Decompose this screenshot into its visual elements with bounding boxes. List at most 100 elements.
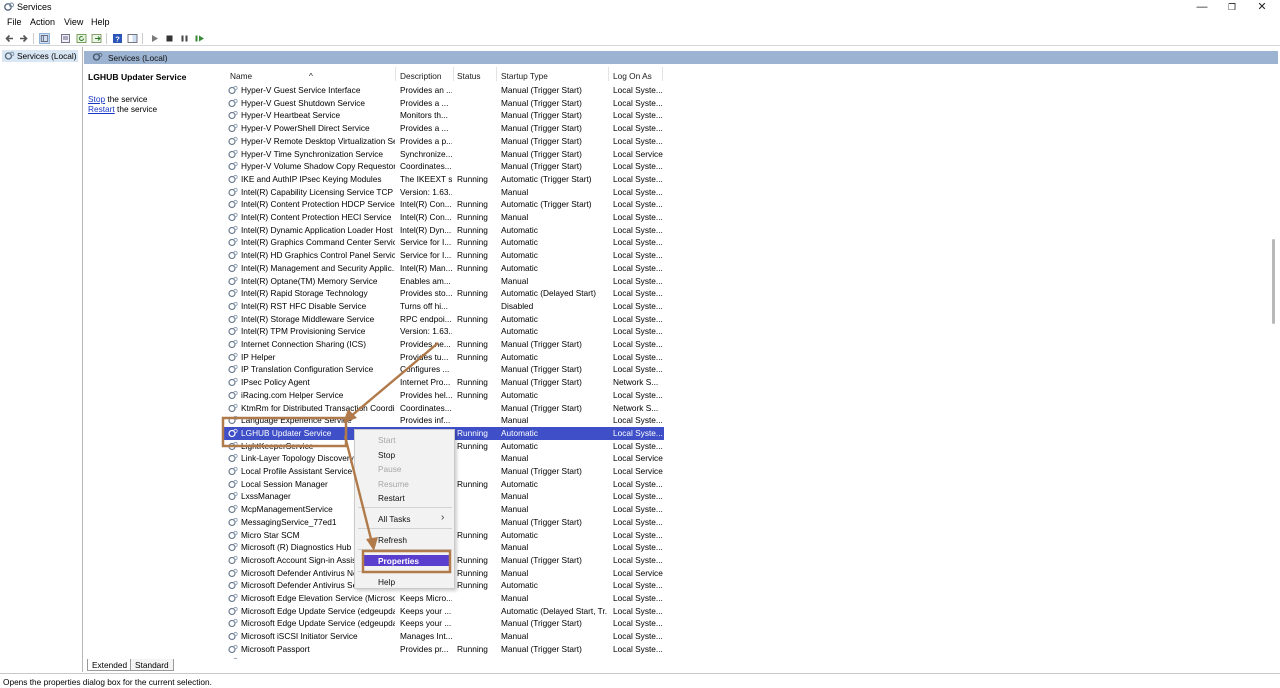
service-row[interactable]: Hyper-V Volume Shadow Copy Requestor Coor… [224,160,664,173]
svc-startup-type: Manual (Trigger Start) [501,339,582,349]
service-row[interactable]: Microsoft Passport Provides pr... Running M… [224,643,664,656]
list-view-icon[interactable] [60,33,71,44]
service-row[interactable]: Hyper-V Heartbeat Service Monitors th... M… [224,109,664,122]
svc-name: Hyper-V PowerShell Direct Service [241,123,370,134]
service-row[interactable]: IP Helper Provides tu... Running Automatic L… [224,351,664,364]
column-header-startup-type[interactable]: Startup Type [501,71,548,81]
refresh-icon[interactable] [76,33,87,44]
console-tree-icon[interactable] [39,33,50,44]
svc-startup-type: Automatic [501,389,538,400]
svc-log-on-as: Local Syste... [613,542,663,553]
column-header-log-on-as[interactable]: Log On As [613,71,652,81]
service-gear-icon [228,250,238,260]
svc-startup-type: Manual [501,275,529,286]
svc-startup-type: Automatic (Trigger Start) [501,173,592,184]
service-row[interactable]: IP Translation Configuration Service Conf… [224,363,664,376]
service-row[interactable]: Microsoft iSCSI Initiator Service Manages… [224,630,664,643]
svc-description: Provides ne... [400,339,451,349]
service-row[interactable]: iRacing.com Helper Service Provides hel..… [224,389,664,402]
export-list-icon[interactable] [91,33,102,44]
start-service-icon[interactable] [149,33,160,44]
service-row[interactable]: Intel(R) Content Protection HECI Service… [224,211,664,224]
service-row[interactable]: Intel(R) HD Graphics Control Panel Servi… [224,249,664,262]
menu-item-all-tasks[interactable]: All Tasks [378,514,411,524]
service-row[interactable]: Microsoft Edge Update Service (edgeupda.… [224,617,664,630]
svc-name: Intel(R) Content Protection HDCP Service [241,199,395,210]
tab-standard[interactable]: Standard [130,659,174,671]
tab-extended[interactable]: Extended [87,659,133,671]
help-icon[interactable]: ? [112,33,123,44]
svc-log-on-as: Local Syste... [613,85,663,95]
menu-action[interactable]: Action [30,17,55,27]
scrollbar-thumb[interactable] [1272,239,1275,324]
menu-help[interactable]: Help [91,17,110,27]
service-row[interactable]: Intel(R) Graphics Command Center Service… [224,236,664,249]
service-row[interactable]: Intel(R) Dynamic Application Loader Host… [224,224,664,237]
stop-service-icon[interactable] [164,33,175,44]
menu-view[interactable]: View [64,17,83,27]
service-row[interactable]: Intel(R) RST HFC Disable Service Turns of… [224,300,664,313]
service-gear-icon [228,314,238,323]
properties-pane-icon[interactable] [127,33,138,44]
svc-name: Intel(R) Graphics Command Center Service [241,237,395,248]
menu-item-restart[interactable]: Restart [378,493,405,503]
service-gear-icon [228,365,238,374]
service-row[interactable]: Intel(R) TPM Provisioning Service Version… [224,325,664,338]
column-header-name[interactable]: Name [230,71,252,81]
svc-description: Keeps your ... [400,605,452,616]
service-row[interactable]: Language Experience Service Provides inf.… [224,414,664,427]
menu-item-stop[interactable]: Stop [378,450,395,460]
service-row[interactable]: Intel(R) Capability Licensing Service TC… [224,186,664,199]
service-row[interactable]: Intel(R) Content Protection HDCP Service… [224,198,664,211]
svc-log-on-as: Local Syste... [613,491,663,502]
svc-name: IPsec Policy Agent [241,377,310,388]
stop-service-link[interactable]: Stop [88,94,105,104]
service-row[interactable]: Hyper-V PowerShell Direct Service Provide… [224,122,664,135]
svc-log-on-as: Local Syste... [613,351,663,362]
svc-description: Coordinates... [400,161,452,172]
service-row[interactable]: Microsoft Edge Elevation Service (Micros… [224,592,664,605]
menu-file[interactable]: File [7,17,22,27]
menu-item-properties[interactable]: Properties [378,556,419,566]
restart-service-link[interactable]: Restart [88,104,115,114]
svc-name: Intel(R) Management and Security Applic.… [241,262,395,273]
column-header-description[interactable]: Description [400,71,442,81]
column-header-status[interactable]: Status [457,71,481,81]
tree-node-services-local[interactable]: Services (Local) [2,50,78,62]
service-row[interactable]: KtmRm for Distributed Transaction Coordi… [224,402,664,415]
service-row[interactable]: IKE and AuthIP IPsec Keying Modules The I… [224,173,664,186]
svc-startup-type: Automatic [501,313,538,324]
service-row[interactable]: Intel(R) Rapid Storage Technology Provide… [224,287,664,300]
service-row[interactable]: Microsoft Edge Update Service (edgeupda.… [224,605,664,618]
svc-name: Hyper-V Time Synchronization Service [241,148,384,159]
pause-service-icon[interactable] [179,33,190,44]
forward-icon[interactable] [18,33,29,44]
close-button[interactable]: ✕ [1249,0,1275,16]
service-gear-icon [228,136,238,145]
menu-item-refresh[interactable]: Refresh [378,535,407,545]
service-row[interactable]: IPsec Policy Agent Internet Pro... Running… [224,376,664,389]
service-row[interactable]: Hyper-V Guest Shutdown Service Provides a… [224,97,664,110]
service-row[interactable]: Intel(R) Optane(TM) Memory Service Enable… [224,275,664,288]
stop-action: Stop the service [88,94,148,104]
service-row[interactable]: Hyper-V Time Synchronization Service Sync… [224,148,664,161]
restart-service-icon[interactable] [194,33,205,44]
svc-status: Running [457,351,488,362]
minimize-button[interactable]: — [1189,0,1215,16]
svc-status: Running [457,313,488,324]
back-icon[interactable] [4,33,15,44]
service-row[interactable]: Intel(R) Management and Security Applic.… [224,262,664,275]
menu-item-help[interactable]: Help [378,577,395,587]
service-row[interactable]: Hyper-V Remote Desktop Virtualization Se… [224,135,664,148]
svc-log-on-as: Local Service [613,567,663,578]
svc-status: Running [457,288,488,299]
service-row[interactable]: Internet Connection Sharing (ICS) Provide… [224,338,664,351]
svc-log-on-as: Local Service [613,466,663,476]
svc-name: Microsoft iSCSI Initiator Service [241,631,358,642]
service-row[interactable]: Hyper-V Guest Service Interface Provides … [224,84,664,97]
svc-name: Hyper-V Remote Desktop Virtualization Se… [241,135,395,146]
maximize-button[interactable]: ❐ [1219,0,1245,16]
service-row[interactable]: Intel(R) Storage Middleware Service RPC e… [224,313,664,326]
svc-name: Intel(R) HD Graphics Control Panel Servi… [241,250,395,261]
vertical-scrollbar[interactable] [1269,64,1278,659]
